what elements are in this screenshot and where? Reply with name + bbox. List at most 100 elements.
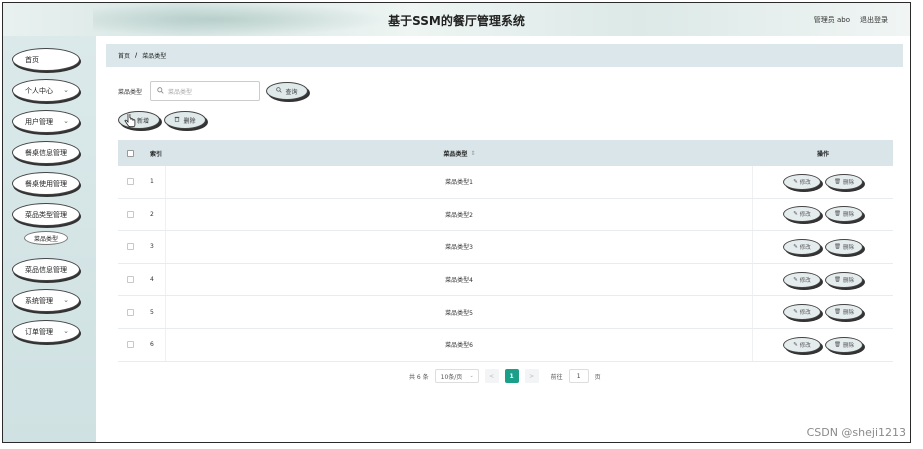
header-operations: 操作 bbox=[816, 150, 829, 158]
delete-button[interactable]: 🗑 删除 bbox=[825, 271, 863, 288]
search-icon bbox=[157, 86, 164, 96]
dish-type-table: 索引 菜品类型 ⇕ 操作 1 菜品类型1 ✎ 修改 🗑 删除 2 菜品类型2 ✎… bbox=[118, 140, 893, 362]
row-checkbox[interactable] bbox=[126, 276, 134, 284]
edit-icon: ✎ bbox=[793, 309, 798, 316]
edit-label: 修改 bbox=[799, 342, 811, 349]
pagination-total: 共 6 条 bbox=[409, 373, 429, 381]
table-row: 3 菜品类型3 ✎ 修改 🗑 删除 bbox=[118, 231, 893, 264]
sort-icon[interactable]: ⇕ bbox=[470, 150, 475, 157]
edit-label: 修改 bbox=[799, 179, 811, 186]
table-row: 1 菜品类型1 ✎ 修改 🗑 删除 bbox=[118, 166, 893, 199]
sidebar-item-home[interactable]: 首页 bbox=[12, 48, 80, 71]
edit-label: 修改 bbox=[799, 277, 811, 284]
row-dish-type: 菜品类型4 bbox=[166, 263, 753, 296]
search-input[interactable]: 菜品类型 bbox=[150, 81, 260, 101]
page-size-select[interactable]: 10条/页 ⌄ bbox=[434, 369, 479, 383]
delete-button[interactable]: 🗑 删除 bbox=[825, 206, 863, 223]
edit-button[interactable]: ✎ 修改 bbox=[783, 173, 821, 190]
edit-button[interactable]: ✎ 修改 bbox=[783, 206, 821, 223]
search-button[interactable]: 查询 bbox=[266, 82, 308, 100]
batch-delete-label: 删除 bbox=[183, 117, 196, 125]
edit-label: 修改 bbox=[799, 310, 811, 317]
header-dish-type[interactable]: 菜品类型 ⇕ bbox=[166, 140, 753, 166]
edit-button[interactable]: ✎ 修改 bbox=[783, 304, 821, 321]
logout-link[interactable]: 退出登录 bbox=[860, 15, 888, 25]
edit-button[interactable]: ✎ 修改 bbox=[783, 271, 821, 288]
row-checkbox[interactable] bbox=[126, 178, 134, 186]
delete-button[interactable]: 🗑 删除 bbox=[825, 238, 863, 255]
sidebar-item-table-info[interactable]: 餐桌信息管理 bbox=[12, 141, 80, 164]
delete-label: 删除 bbox=[842, 212, 854, 219]
delete-button[interactable]: 🗑 删除 bbox=[825, 336, 863, 353]
breadcrumb-home[interactable]: 首页 bbox=[118, 51, 130, 60]
sidebar-item-system[interactable]: 系统管理 ⌄ bbox=[12, 289, 80, 312]
table-row: 6 菜品类型6 ✎ 修改 🗑 删除 bbox=[118, 328, 893, 362]
row-index: 4 bbox=[142, 263, 166, 296]
row-index: 3 bbox=[142, 231, 166, 263]
search-icon bbox=[276, 87, 283, 95]
row-index: 5 bbox=[142, 296, 166, 328]
page-number-current[interactable]: 1 bbox=[504, 369, 519, 383]
hand-cursor-icon bbox=[124, 112, 136, 128]
table-row: 5 菜品类型5 ✎ 修改 🗑 删除 bbox=[118, 296, 893, 329]
delete-label: 删除 bbox=[842, 277, 854, 284]
sidebar-item-dish-info[interactable]: 菜品信息管理 bbox=[12, 258, 80, 281]
sidebar-item-label: 首页 bbox=[25, 55, 39, 64]
row-checkbox[interactable] bbox=[126, 341, 134, 349]
sidebar-item-table-usage[interactable]: 餐桌使用管理 bbox=[12, 172, 80, 195]
sidebar-item-label: 个人中心 bbox=[25, 86, 53, 95]
sidebar: 首页 个人中心 ⌄ 用户管理 ⌄ 餐桌信息管理 餐桌使用管理 菜品类型管理 菜品… bbox=[3, 36, 96, 442]
trash-icon: 🗑 bbox=[834, 178, 841, 185]
edit-icon: ✎ bbox=[793, 341, 798, 348]
header-dish-type-label: 菜品类型 bbox=[443, 150, 468, 158]
sidebar-item-dish-type[interactable]: 菜品类型管理 bbox=[12, 203, 80, 226]
edit-label: 修改 bbox=[799, 212, 811, 219]
batch-delete-button[interactable]: 删除 bbox=[164, 111, 206, 129]
row-index: 6 bbox=[142, 328, 166, 361]
chevron-down-icon: ⌄ bbox=[469, 373, 474, 379]
edit-icon: ✎ bbox=[793, 276, 798, 283]
next-page-button[interactable]: > bbox=[524, 369, 539, 383]
current-user: 管理员 abo bbox=[813, 16, 850, 24]
row-dish-type: 菜品类型3 bbox=[166, 231, 753, 263]
sidebar-item-label: 餐桌使用管理 bbox=[25, 179, 67, 188]
row-dish-type: 菜品类型2 bbox=[166, 198, 753, 231]
header-index: 索引 bbox=[150, 150, 163, 158]
sidebar-item-personal-center[interactable]: 个人中心 ⌄ bbox=[12, 79, 80, 102]
breadcrumb-separator: / bbox=[135, 52, 138, 59]
row-index: 2 bbox=[142, 198, 166, 231]
row-checkbox[interactable] bbox=[126, 308, 134, 316]
row-index: 1 bbox=[142, 166, 166, 198]
trash-icon: 🗑 bbox=[834, 276, 841, 283]
row-checkbox[interactable] bbox=[126, 210, 134, 218]
edit-icon: ✎ bbox=[793, 211, 798, 218]
goto-page-input[interactable]: 1 bbox=[568, 369, 589, 383]
sidebar-subitem-dish-type[interactable]: 菜品类型 bbox=[24, 231, 68, 245]
delete-label: 删除 bbox=[842, 179, 854, 186]
sidebar-item-label: 订单管理 bbox=[25, 327, 53, 336]
delete-button[interactable]: 🗑 删除 bbox=[825, 173, 863, 190]
prev-page-button[interactable]: < bbox=[484, 369, 499, 383]
row-dish-type: 菜品类型6 bbox=[166, 328, 753, 361]
edit-button[interactable]: ✎ 修改 bbox=[783, 238, 821, 255]
edit-icon: ✎ bbox=[793, 243, 798, 250]
edit-button[interactable]: ✎ 修改 bbox=[783, 336, 821, 353]
trash-icon: 🗑 bbox=[834, 341, 841, 348]
select-all-checkbox[interactable] bbox=[126, 149, 134, 157]
row-checkbox[interactable] bbox=[126, 243, 134, 251]
delete-label: 删除 bbox=[842, 310, 854, 317]
top-header: 基于SSM的餐厅管理系统 管理员 abo 退出登录 bbox=[3, 3, 910, 36]
sidebar-item-label: 菜品类型管理 bbox=[25, 210, 67, 219]
sidebar-item-orders[interactable]: 订单管理 ⌄ bbox=[12, 320, 80, 343]
sidebar-item-label: 菜品信息管理 bbox=[25, 265, 67, 274]
chevron-down-icon: ⌄ bbox=[63, 327, 69, 335]
chevron-down-icon: ⌄ bbox=[63, 117, 69, 125]
app-title: 基于SSM的餐厅管理系统 bbox=[388, 14, 525, 28]
delete-button[interactable]: 🗑 删除 bbox=[825, 304, 863, 321]
sidebar-item-label: 餐桌信息管理 bbox=[25, 148, 67, 157]
app-window: 基于SSM的餐厅管理系统 管理员 abo 退出登录 首页 个人中心 ⌄ 用户管理… bbox=[2, 2, 911, 443]
page-unit-label: 页 bbox=[594, 373, 601, 381]
watermark: CSDN @sheji1213 bbox=[806, 426, 906, 439]
trash-icon bbox=[174, 116, 180, 124]
sidebar-item-user-management[interactable]: 用户管理 ⌄ bbox=[12, 110, 80, 133]
